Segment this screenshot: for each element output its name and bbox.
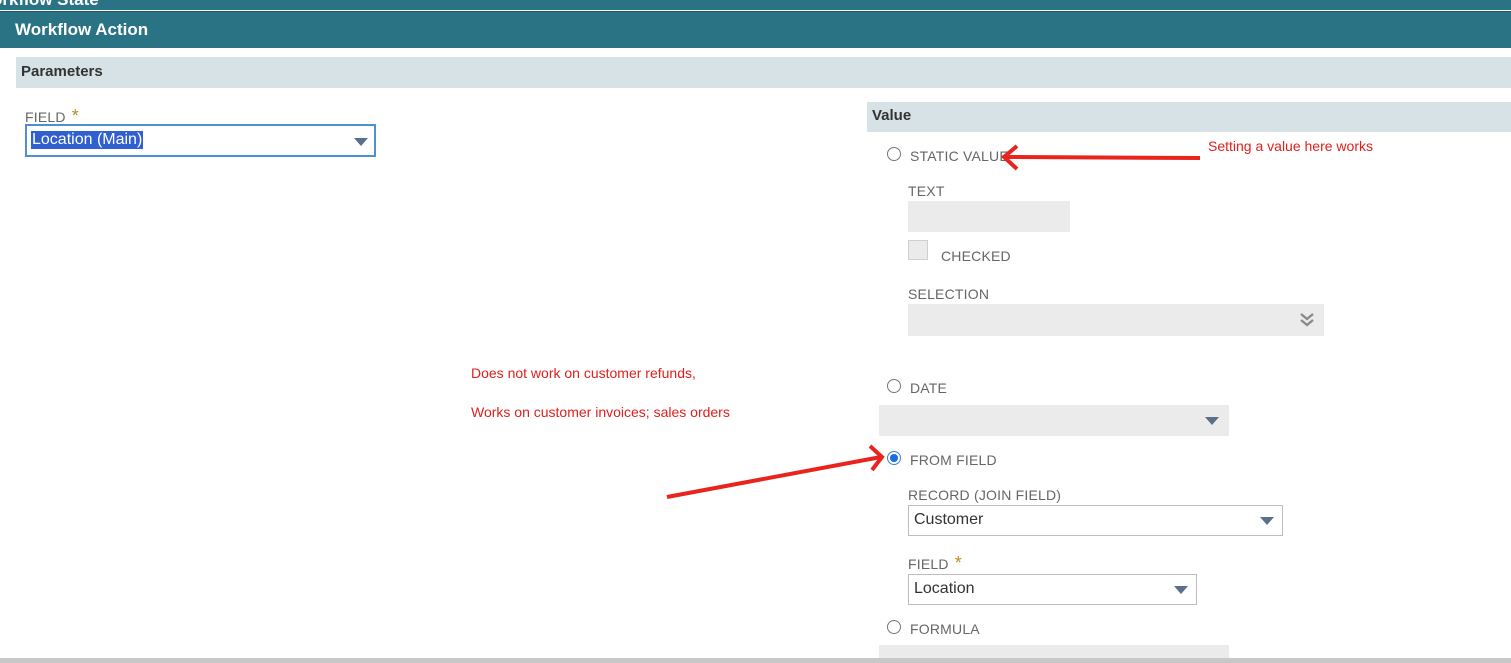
annotation-arrow-icon (666, 444, 885, 499)
annotation-arrows (666, 144, 1201, 499)
bottom-scrollbar-edge (0, 658, 1511, 663)
annotation-arrow-icon (1000, 144, 1201, 171)
